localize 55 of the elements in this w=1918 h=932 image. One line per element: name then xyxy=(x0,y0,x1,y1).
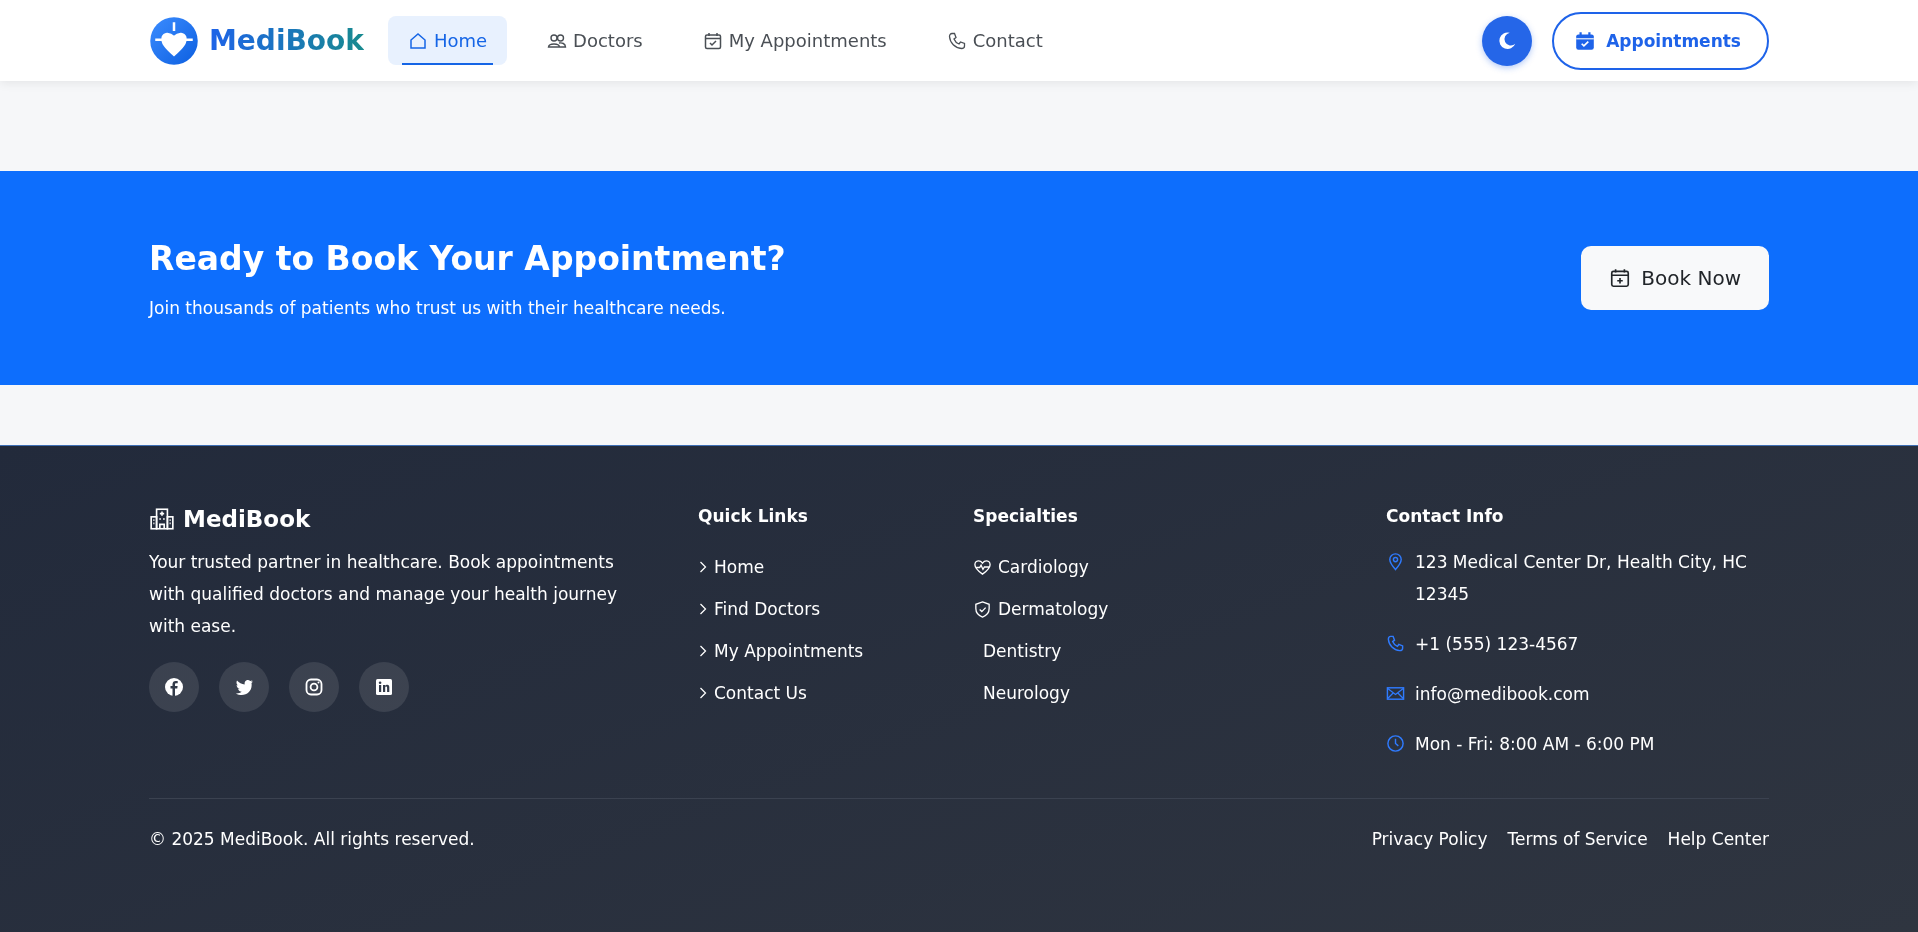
nav-link[interactable]: Home xyxy=(387,16,508,65)
column-heading: Contact Info xyxy=(1386,506,1505,526)
linkedin-icon xyxy=(374,677,394,697)
contact-text: Mon - Fri: 8:00 AM - 6:00 PM xyxy=(1415,733,1655,756)
legal-link[interactable]: Help Center xyxy=(1667,829,1769,849)
logo-icon xyxy=(149,15,199,66)
facebook-icon xyxy=(164,677,184,697)
cta-title: Ready to Book Your Appointment? xyxy=(149,238,786,278)
map-pin-icon xyxy=(1386,552,1405,571)
heart-pulse-icon xyxy=(973,557,992,577)
contact-text: +1 (555) 123-4567 xyxy=(1415,633,1579,656)
cta-subtitle: Join thousands of patients who trust us with their healthcare needs. xyxy=(149,297,727,318)
footer-link[interactable]: Home xyxy=(714,557,765,577)
footer-link[interactable]: Dermatology xyxy=(998,599,1109,619)
chevron-right-icon xyxy=(698,559,708,575)
dark-mode-toggle[interactable] xyxy=(1482,15,1533,66)
legal-link[interactable]: Terms of Service xyxy=(1507,829,1648,849)
calendar-icon xyxy=(1574,29,1597,52)
clock-icon xyxy=(1386,734,1405,753)
footer-link[interactable]: Dentistry xyxy=(973,641,1062,661)
nav-link[interactable]: Contact xyxy=(926,16,1063,65)
column-heading: Specialties xyxy=(973,506,1079,526)
chevron-right-icon xyxy=(698,601,708,617)
phone-icon xyxy=(946,30,967,51)
phone-icon xyxy=(1386,634,1405,653)
legal-link[interactable]: Privacy Policy xyxy=(1371,829,1488,849)
chevron-right-icon xyxy=(698,643,708,659)
shield-check-icon xyxy=(973,599,992,619)
nav-link[interactable]: Doctors xyxy=(527,16,663,65)
facebook-button[interactable] xyxy=(149,662,199,712)
book-now-button[interactable]: Book Now xyxy=(1581,246,1769,310)
column-heading: Quick Links xyxy=(698,506,809,526)
footer-description: Your trusted partner in healthcare. Book appointments with qualified doctors and manage your health journey with ease. xyxy=(149,551,619,638)
footer-brand: MediBook xyxy=(183,506,311,532)
footer-link[interactable]: My Appointments xyxy=(714,641,864,661)
twitter-icon xyxy=(234,677,254,697)
chevron-right-icon xyxy=(698,685,708,701)
twitter-button[interactable] xyxy=(219,662,269,712)
linkedin-button[interactable] xyxy=(359,662,409,712)
instagram-icon xyxy=(304,677,324,697)
contact-text: 123 Medical Center Dr, Health City, HC 12345 xyxy=(1415,551,1748,606)
footer-link[interactable]: Contact Us xyxy=(714,683,807,703)
appointments-button[interactable]: Appointments xyxy=(1552,11,1769,70)
instagram-button[interactable] xyxy=(289,662,339,712)
copyright-text: © 2025 MediBook. All rights reserved. xyxy=(149,829,475,849)
hospital-icon xyxy=(149,506,175,532)
footer-link[interactable]: Cardiology xyxy=(998,557,1089,577)
home-icon xyxy=(407,30,428,51)
calendar-plus-icon xyxy=(1609,267,1632,289)
calendar-check-icon xyxy=(702,30,723,51)
envelope-icon xyxy=(1386,684,1405,703)
footer-link[interactable]: Find Doctors xyxy=(714,599,820,619)
footer-link[interactable]: Neurology xyxy=(973,683,1070,703)
contact-text: info@medibook.com xyxy=(1415,683,1590,706)
nav-link[interactable]: My Appointments xyxy=(682,16,907,65)
